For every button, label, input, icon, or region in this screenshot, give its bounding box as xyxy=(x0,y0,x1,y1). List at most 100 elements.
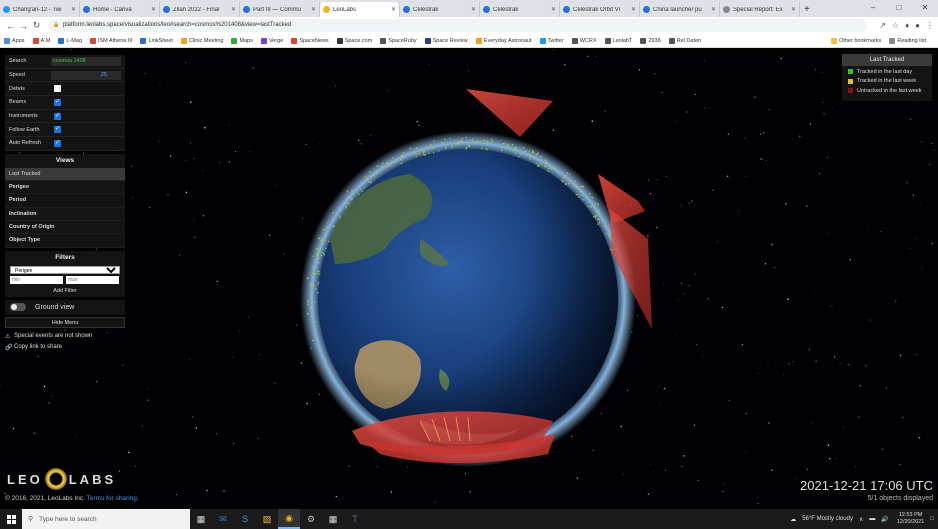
teams-icon[interactable]: T xyxy=(344,509,366,529)
star xyxy=(754,96,756,98)
bookmark-icon xyxy=(140,37,147,44)
browser-tab[interactable]: Celestrak ✕ xyxy=(400,2,480,17)
browser-tab[interactable]: Part III — Commu ✕ xyxy=(240,2,320,17)
taskbar-clock[interactable]: 12:53 PM 12/20/2021 xyxy=(897,512,925,526)
bookmark-item[interactable]: Space.com xyxy=(336,37,372,44)
toggle-checkbox[interactable] xyxy=(54,112,61,120)
bookmark-item[interactable]: WCRX xyxy=(571,37,597,44)
toggle-checkbox[interactable] xyxy=(54,125,61,134)
view-item-period[interactable]: Period xyxy=(5,194,125,208)
view-item-object-type[interactable]: Object Type xyxy=(5,234,125,248)
outlook-icon[interactable]: ✉ xyxy=(212,509,234,529)
skype-icon[interactable]: S xyxy=(234,509,256,529)
profile-icon[interactable]: ● xyxy=(915,21,920,30)
tab-close-icon[interactable]: ✕ xyxy=(391,6,396,13)
bookmark-item[interactable]: SpaceNews xyxy=(291,37,329,44)
filter-field-select[interactable]: Perigee xyxy=(10,265,120,274)
url-field[interactable]: platform.leolabs.space/visualizations/le… xyxy=(49,19,868,32)
browser-tab[interactable]: Celestrak ✕ xyxy=(480,2,560,17)
bookmark-item[interactable]: Everyday Astronaut xyxy=(475,37,532,44)
volume-icon[interactable]: 🔊 xyxy=(881,516,888,523)
hide-menu-button[interactable]: Hide Menu xyxy=(5,316,125,328)
tab-close-icon[interactable]: ✕ xyxy=(791,6,796,13)
bookmark-item[interactable]: Rel Daten xyxy=(668,37,701,44)
bookmark-item[interactable]: LinkSheet xyxy=(140,37,173,44)
start-button[interactable] xyxy=(0,514,22,524)
terms-link[interactable]: Terms for sharing. xyxy=(87,495,139,502)
tab-close-icon[interactable]: ✕ xyxy=(231,6,236,13)
toggle-checkbox[interactable] xyxy=(54,85,61,93)
browser-tab[interactable]: Home - Canva ✕ xyxy=(80,2,160,17)
bookmark-item[interactable]: SpaceRuby xyxy=(380,37,417,44)
bookmark-item[interactable]: Verge xyxy=(260,37,283,44)
bookmark-item[interactable]: Apps xyxy=(4,37,25,44)
add-filter-button[interactable]: Add Filter xyxy=(5,288,125,294)
file-explorer-icon[interactable]: ▧ xyxy=(256,509,278,529)
toggle-checkbox[interactable] xyxy=(54,98,61,107)
browser-tab[interactable]: LeoLabs ✕ xyxy=(320,2,400,17)
reload-icon[interactable]: ↻ xyxy=(30,20,43,31)
browser-tab[interactable]: Special Report: Ex ✕ xyxy=(720,2,800,17)
new-tab-button[interactable]: + xyxy=(804,2,810,17)
view-item-last-tracked[interactable]: Last Tracked xyxy=(5,167,125,182)
ground-view-toggle[interactable] xyxy=(10,303,26,312)
minimize-icon[interactable]: – xyxy=(860,0,886,17)
filter-min-input[interactable] xyxy=(10,275,63,284)
browser-tab[interactable]: China launcher pu ✕ xyxy=(640,2,720,17)
copy-link[interactable]: 🔗 Copy link to share xyxy=(5,344,125,351)
network-icon[interactable]: ▬ xyxy=(869,516,875,522)
maximize-icon[interactable]: □ xyxy=(886,0,912,17)
legend-panel: Last Tracked Tracked in the last day Trac… xyxy=(842,54,932,101)
share-icon[interactable]: ↗ xyxy=(879,21,886,30)
browser-tab[interactable]: Chang'an-12 - Twi ✕ xyxy=(0,2,80,17)
forward-icon[interactable]: → xyxy=(17,21,30,31)
tab-close-icon[interactable]: ✕ xyxy=(471,6,476,13)
bookmark-star-icon[interactable]: ☆ xyxy=(892,21,899,30)
tab-close-icon[interactable]: ✕ xyxy=(151,6,156,13)
browser-tab[interactable]: Celestrak Orbit Vi ✕ xyxy=(560,2,640,17)
view-item-perigee[interactable]: Perigee xyxy=(5,181,125,195)
bookmark-item[interactable]: Maps xyxy=(231,37,253,44)
view-item-country-of-origin[interactable]: Country of Origin xyxy=(5,221,125,235)
taskbar-search[interactable]: ⚲ Type here to search xyxy=(22,509,190,529)
bookmark-item[interactable]: 2938 xyxy=(640,37,661,44)
bookmark-icon xyxy=(32,37,39,44)
debris-point xyxy=(535,154,538,156)
view-item-inclination[interactable]: Inclination xyxy=(5,207,125,221)
back-icon[interactable]: ← xyxy=(4,21,17,31)
browser-tab[interactable]: Zilan 2022 - Final ✕ xyxy=(160,2,240,17)
chrome-icon[interactable]: ◉ xyxy=(278,509,300,529)
bookmark-item[interactable]: Clinic Meeting xyxy=(180,37,223,44)
bookmark-item[interactable]: LeolabT xyxy=(604,37,632,44)
extensions-icon[interactable]: ♦ xyxy=(905,21,909,30)
speed-slider[interactable]: 25 xyxy=(51,70,121,80)
filter-max-input[interactable] xyxy=(66,275,119,284)
toggle-checkbox[interactable] xyxy=(54,139,61,148)
settings-icon[interactable]: ⚙ xyxy=(300,509,322,529)
calculator-icon[interactable]: ▦ xyxy=(322,509,344,529)
bookmark-item[interactable]: Space Review xyxy=(424,37,468,44)
task-view-icon[interactable]: ▦ xyxy=(190,509,212,529)
tab-close-icon[interactable]: ✕ xyxy=(551,6,556,13)
bookmark-item[interactable]: ISM Athena III xyxy=(89,37,132,44)
star xyxy=(300,362,303,364)
bookmark-item[interactable]: L-Mag xyxy=(58,37,82,44)
star xyxy=(234,151,236,153)
tab-close-icon[interactable]: ✕ xyxy=(631,6,636,13)
tray-chevron-icon[interactable]: ∧ xyxy=(859,516,863,523)
menu-icon[interactable]: ⋮ xyxy=(926,21,934,30)
star xyxy=(358,139,360,142)
search-input[interactable] xyxy=(51,56,121,66)
debris-point xyxy=(561,179,563,182)
bookmark-item[interactable]: A.M xyxy=(32,37,50,44)
reading-list[interactable]: Reading list xyxy=(889,38,926,44)
other-bookmarks[interactable]: Other bookmarks xyxy=(831,38,881,44)
tab-close-icon[interactable]: ✕ xyxy=(71,6,76,13)
tab-close-icon[interactable]: ✕ xyxy=(311,6,316,13)
bookmark-item[interactable]: Twitter xyxy=(539,37,564,44)
weather-text[interactable]: 56°F Mostly cloudy xyxy=(802,516,853,522)
globe-viewport[interactable]: Search Speed 25 Debris Beams Instruments Fo… xyxy=(0,49,938,509)
tab-close-icon[interactable]: ✕ xyxy=(711,6,716,13)
notifications-icon[interactable]: □ xyxy=(930,516,934,522)
close-window-icon[interactable]: ✕ xyxy=(912,0,938,17)
